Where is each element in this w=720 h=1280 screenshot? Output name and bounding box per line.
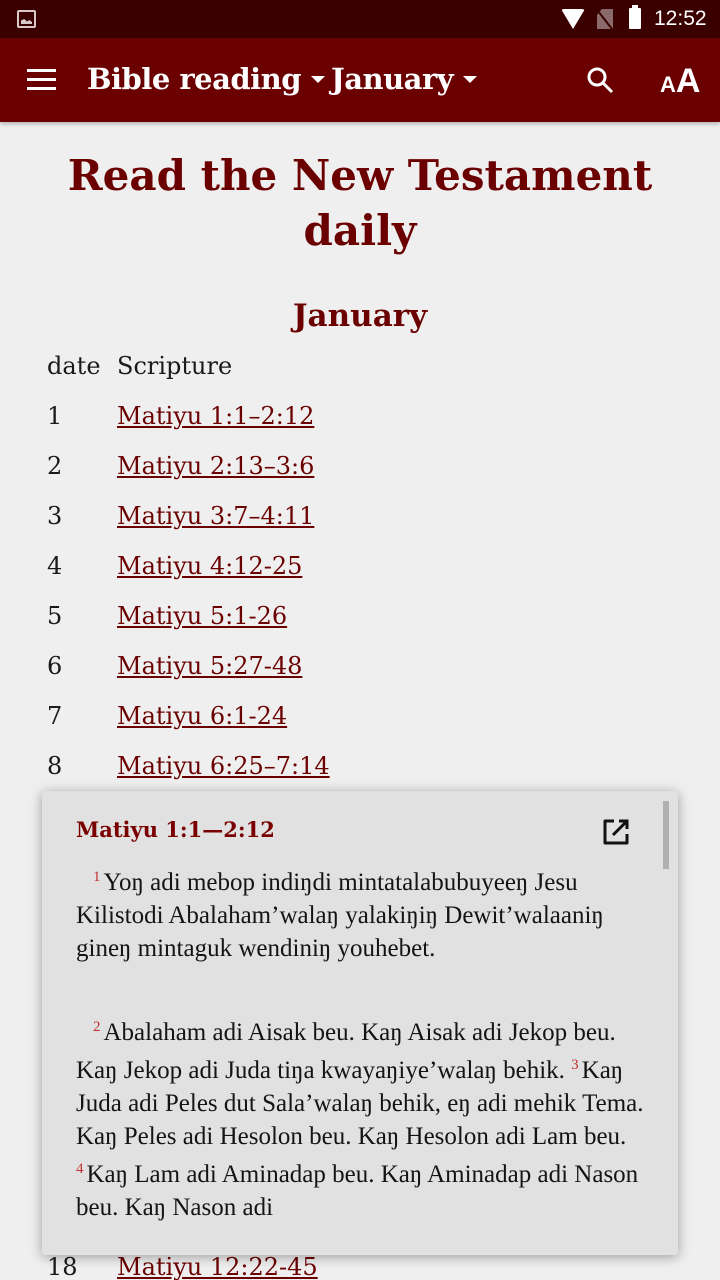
wifi-icon <box>561 9 585 29</box>
status-bar: 12:52 <box>0 0 720 38</box>
page-title: Read the New Testament daily <box>67 151 653 255</box>
reading-date: 5 <box>47 602 63 630</box>
month-dropdown-label: January <box>331 62 454 96</box>
reading-date: 2 <box>47 452 63 480</box>
chevron-down-icon <box>463 75 478 83</box>
reading-date: 1 <box>47 402 63 430</box>
reading-link[interactable]: Matiyu 3:7–4:11 <box>117 502 314 530</box>
table-row: 3 Matiyu 3:7–4:11 <box>0 502 720 552</box>
verse-text: Abalaham adi Aisak beu. Kaŋ Aisak adi Je… <box>76 1019 616 1084</box>
passage-preview-popup[interactable]: Matiyu 1:1—2:12 1 Yoŋ adi mebop indiŋdi m… <box>42 791 678 1255</box>
reading-date: 3 <box>47 502 63 530</box>
table-row: 4 Matiyu 4:12-25 <box>0 552 720 602</box>
reading-link[interactable]: Matiyu 12:22-45 <box>117 1253 318 1280</box>
battery-icon <box>629 5 641 29</box>
search-icon[interactable] <box>586 66 614 94</box>
verse-text: Kaŋ Lam adi Aminadap beu. Kaŋ Aminadap a… <box>76 1161 639 1221</box>
reading-date: 4 <box>47 552 63 580</box>
reading-link[interactable]: Matiyu 1:1–2:12 <box>117 402 314 430</box>
image-icon <box>17 10 36 28</box>
table-row: 7 Matiyu 6:1-24 <box>0 702 720 752</box>
menu-icon[interactable] <box>27 69 56 91</box>
book-dropdown[interactable]: Bible reading <box>87 62 326 96</box>
verse-number: 2 <box>93 1019 101 1035</box>
no-sim-icon <box>597 9 613 29</box>
reading-link[interactable]: Matiyu 6:25–7:14 <box>117 752 330 780</box>
column-header-scripture: Scripture <box>117 352 233 380</box>
text-size-icon[interactable]: AA <box>660 62 700 101</box>
popup-scrollbar[interactable] <box>663 801 669 869</box>
reading-date: 6 <box>47 652 63 680</box>
reading-link[interactable]: Matiyu 6:1-24 <box>117 702 287 730</box>
table-row: 6 Matiyu 5:27-48 <box>0 652 720 702</box>
verse-paragraph: 2 Abalaham adi Aisak beu. Kaŋ Aisak adi J… <box>76 1011 646 1224</box>
reading-link[interactable]: Matiyu 4:12-25 <box>117 552 302 580</box>
reading-link[interactable]: Matiyu 2:13–3:6 <box>117 452 314 480</box>
column-header-date: date <box>47 352 101 380</box>
table-row: 2 Matiyu 2:13–3:6 <box>0 452 720 502</box>
chevron-down-icon <box>311 75 326 83</box>
month-dropdown[interactable]: January <box>331 62 478 96</box>
app-bar: Bible reading January AA <box>0 38 720 122</box>
popup-reference: Matiyu 1:1—2:12 <box>76 817 275 842</box>
reading-date: 7 <box>47 702 63 730</box>
reading-date: 18 <box>47 1253 78 1280</box>
verse-number: 1 <box>93 869 101 885</box>
table-row: 5 Matiyu 5:1-26 <box>0 602 720 652</box>
reading-link[interactable]: Matiyu 5:1-26 <box>117 602 287 630</box>
reading-link[interactable]: Matiyu 5:27-48 <box>117 652 302 680</box>
month-heading: January <box>292 298 428 334</box>
open-in-new-icon[interactable] <box>602 818 630 846</box>
reading-date: 8 <box>47 752 63 780</box>
verse-number: 4 <box>76 1161 84 1177</box>
table-row: 1 Matiyu 1:1–2:12 <box>0 402 720 452</box>
verse-number: 3 <box>571 1057 579 1073</box>
book-dropdown-label: Bible reading <box>87 62 302 96</box>
status-time: 12:52 <box>654 7 707 30</box>
verse-text: Yoŋ adi mebop indiŋdi mintatalabubuyeeŋ … <box>76 869 604 962</box>
verse-paragraph: 1 Yoŋ adi mebop indiŋdi mintatalabubuyeeŋ… <box>76 861 646 965</box>
